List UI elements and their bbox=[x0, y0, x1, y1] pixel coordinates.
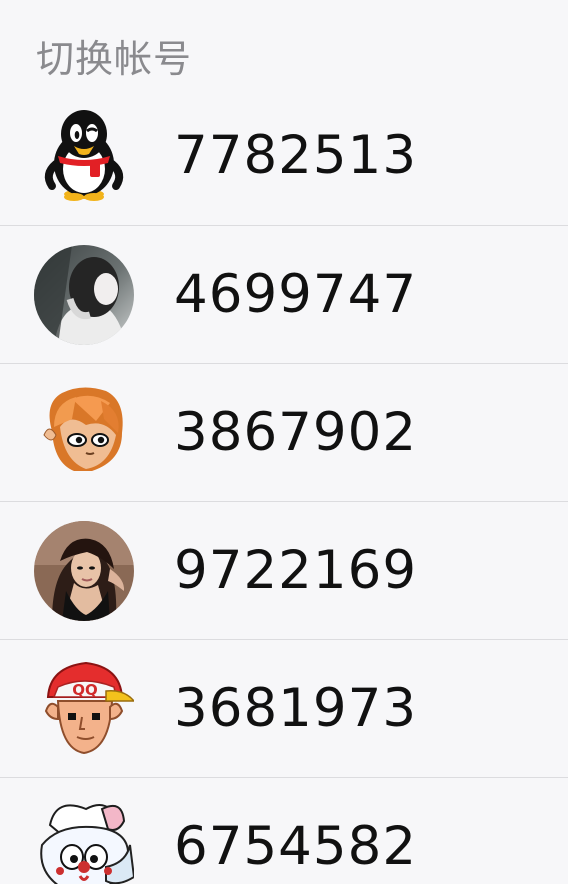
qq-penguin-icon bbox=[44, 109, 124, 201]
avatar bbox=[34, 797, 134, 884]
account-number: 7782513 bbox=[174, 124, 418, 186]
svg-text:QQ: QQ bbox=[72, 681, 98, 699]
avatar bbox=[34, 383, 134, 483]
woman-photo-avatar bbox=[34, 520, 134, 621]
account-number: 4699747 bbox=[174, 263, 418, 325]
cartoon-rabbit-avatar bbox=[40, 804, 134, 884]
avatar: QQ bbox=[34, 659, 134, 759]
page-title: 切换帐号 bbox=[36, 37, 193, 81]
person-photo-avatar bbox=[34, 244, 134, 345]
account-row[interactable]: 4699747 bbox=[0, 226, 568, 364]
account-number: 9722169 bbox=[174, 539, 418, 601]
account-row[interactable]: 9722169 bbox=[0, 502, 568, 640]
avatar bbox=[34, 520, 134, 621]
account-row[interactable]: 3867902 bbox=[0, 364, 568, 502]
account-number: 6754582 bbox=[174, 816, 418, 877]
account-switch-screen: 切换帐号 7782513 4699747 3867902 9722169 QQ … bbox=[0, 0, 568, 884]
account-number: 3867902 bbox=[174, 401, 418, 463]
account-row[interactable]: QQ 3681973 bbox=[0, 640, 568, 778]
account-row[interactable]: 6754582 bbox=[0, 778, 568, 884]
account-number: 3681973 bbox=[174, 677, 418, 739]
avatar bbox=[34, 106, 134, 206]
cartoon-cap-qq-avatar: QQ bbox=[44, 661, 134, 754]
account-list: 7782513 4699747 3867902 9722169 QQ 36819… bbox=[0, 86, 568, 884]
account-row[interactable]: 7782513 bbox=[0, 86, 568, 226]
cartoon-boy-avatar bbox=[43, 386, 123, 471]
avatar bbox=[34, 244, 134, 345]
